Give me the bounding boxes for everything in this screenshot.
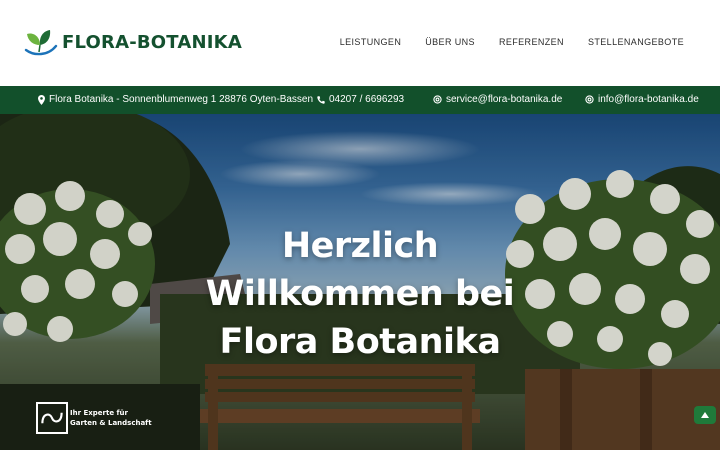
at-icon	[585, 95, 594, 104]
nav-referenzen[interactable]: REFERENZEN	[499, 37, 564, 47]
badge-line: Garten & Landschaft	[70, 419, 152, 427]
phone-text: 04207 / 6696293	[329, 94, 405, 105]
map-pin-icon	[38, 94, 45, 105]
info-service-email[interactable]: service@flora-botanika.de	[433, 94, 562, 105]
hero-title-line: Willkommen bei	[205, 274, 515, 314]
nav-leistungen[interactable]: LEISTUNGEN	[340, 37, 402, 47]
site-header: FLORA-BOTANIKA LEISTUNGEN ÜBER UNS REFER…	[0, 0, 720, 86]
service-email-text: service@flora-botanika.de	[446, 94, 563, 105]
chevron-up-icon	[701, 412, 709, 418]
info-address[interactable]: Flora Botanika - Sonnenblumenweg 1 28876…	[38, 94, 313, 105]
hero-title: Herzlich Willkommen bei Flora Botanika	[180, 222, 540, 366]
address-text: Flora Botanika - Sonnenblumenweg 1 28876…	[49, 94, 314, 105]
expert-badge: Ihr Experte für Garten & Landschaft	[36, 402, 152, 434]
brand-name: FLORA-BOTANIKA	[62, 31, 242, 53]
scroll-to-top-button[interactable]	[694, 406, 716, 424]
nav-stellenangebote[interactable]: STELLENANGEBOTE	[588, 37, 684, 47]
hero-banner: Herzlich Willkommen bei Flora Botanika I…	[0, 114, 720, 450]
info-email-text: info@flora-botanika.de	[598, 94, 699, 105]
hero-title-line: Herzlich	[281, 226, 439, 266]
badge-emblem-icon	[36, 402, 68, 434]
info-email[interactable]: info@flora-botanika.de	[585, 94, 699, 105]
main-nav: LEISTUNGEN ÜBER UNS REFERENZEN STELLENAN…	[340, 37, 684, 47]
phone-icon	[317, 95, 325, 104]
info-phone[interactable]: 04207 / 6696293	[317, 94, 404, 105]
brand-logo[interactable]: FLORA-BOTANIKA	[24, 28, 242, 56]
contact-bar: Flora Botanika - Sonnenblumenweg 1 28876…	[0, 86, 720, 114]
badge-line: Ihr Experte für	[70, 409, 128, 417]
leaf-logo-icon	[24, 30, 58, 56]
nav-ueber-uns[interactable]: ÜBER UNS	[425, 37, 475, 47]
hero-title-line: Flora Botanika	[219, 322, 501, 362]
at-icon	[433, 95, 442, 104]
